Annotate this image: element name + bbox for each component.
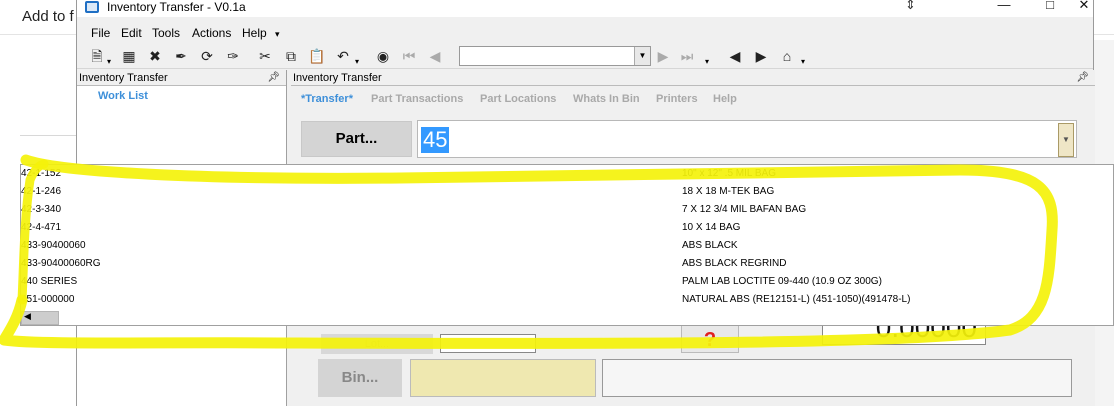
bin-input[interactable] xyxy=(410,359,596,397)
part-code: 433-90400060 xyxy=(21,240,86,251)
quantity-field[interactable]: 0.00000 xyxy=(822,325,986,345)
bin-button[interactable]: Bin... xyxy=(318,359,402,397)
list-item[interactable]: 433-90400060 ABS BLACK xyxy=(21,237,1113,255)
menu-overflow-icon[interactable]: ▾ xyxy=(275,29,280,40)
list-item[interactable]: 433-90400060RG ABS BLACK REGRIND xyxy=(21,255,1113,273)
screen: Add to f Inventory Transfer - V0.1a ⇕ — … xyxy=(0,0,1114,406)
delete-icon[interactable]: ✖ xyxy=(145,46,165,66)
part-description: NATURAL ABS (RE12151-L) (451-1050)(49147… xyxy=(682,294,911,305)
back-icon[interactable]: ◀︎ xyxy=(725,46,745,66)
left-pane-title: Inventory Transfer xyxy=(79,72,168,84)
part-input-value: 45 xyxy=(421,127,450,153)
part-description: 10" x 12" .5 MIL BAG xyxy=(682,168,776,179)
toolbar: 🗎 ▾ ▦ ✖ ✒ ⟳ ✑ ✂ ⧉ 📋 ↶ ▾ ◉ ⏮ ◀ ▼ ▶ ⏭ ▾ ◀︎… xyxy=(77,43,1093,69)
previous-record-icon[interactable]: ◀ xyxy=(425,46,445,66)
chevron-down-icon[interactable]: ▼ xyxy=(1058,123,1074,157)
lot-button[interactable]: Lot... xyxy=(321,334,433,354)
toolbar-overflow-icon[interactable]: ▾ xyxy=(705,57,709,66)
maximize-button[interactable]: □ xyxy=(1027,0,1073,17)
part-code: 451-000000 xyxy=(21,294,75,305)
part-dropdown-list: 42-1-152 10" x 12" .5 MIL BAG 42-1-246 1… xyxy=(20,164,1114,326)
part-combobox[interactable]: 45 ▼ xyxy=(417,120,1077,158)
chevron-down-icon[interactable]: ▼ xyxy=(634,47,650,65)
undo-icon[interactable]: ↶ xyxy=(333,46,353,66)
toolbar-overflow-icon[interactable]: ▾ xyxy=(801,57,805,66)
maximize-icon: □ xyxy=(1046,0,1054,12)
right-pane-header: Inventory Transfer 📌︎ xyxy=(291,70,1095,86)
part-description: 18 X 18 M-TEK BAG xyxy=(682,186,775,197)
part-code: 440 SERIES xyxy=(21,276,78,287)
app-icon xyxy=(85,1,99,13)
horizontal-scrollbar-thumb[interactable]: ◀ xyxy=(21,311,59,325)
left-pane-header: Inventory Transfer 📌︎ xyxy=(77,70,286,86)
resize-icon: ⇕ xyxy=(905,0,916,12)
part-button[interactable]: Part... xyxy=(301,121,412,157)
tab-part-transactions[interactable]: Part Transactions xyxy=(371,93,463,105)
list-item[interactable]: 42-4-471 10 X 14 BAG xyxy=(21,219,1113,237)
lot-warning-icon: ? xyxy=(681,325,739,353)
quantity-value: 0.00000 xyxy=(875,325,977,343)
close-button[interactable]: ✕ xyxy=(1073,0,1095,17)
background-divider xyxy=(20,135,80,136)
copy-icon[interactable]: ⧉ xyxy=(281,46,301,66)
clear-icon[interactable]: ✑ xyxy=(223,46,243,66)
right-pane-title: Inventory Transfer xyxy=(293,72,382,84)
new-icon[interactable]: 🗎 xyxy=(87,46,107,66)
attach-icon[interactable]: ✒ xyxy=(171,46,191,66)
list-item[interactable]: 42-3-340 7 X 12 3/4 MIL BAFAN BAG xyxy=(21,201,1113,219)
pin-icon[interactable]: 📌︎ xyxy=(267,70,280,86)
bin-description-field xyxy=(602,359,1072,397)
list-item[interactable]: 440 SERIES PALM LAB LOCTITE 09-440 (10.9… xyxy=(21,273,1113,291)
part-description: 7 X 12 3/4 MIL BAFAN BAG xyxy=(682,204,807,215)
tab-help[interactable]: Help xyxy=(713,93,737,105)
tab-printers[interactable]: Printers xyxy=(656,93,698,105)
part-description: 10 X 14 BAG xyxy=(682,222,741,233)
menu-actions[interactable]: Actions xyxy=(192,26,231,40)
pin-icon[interactable]: 📌︎ xyxy=(1076,70,1089,86)
part-description: ABS BLACK xyxy=(682,240,738,251)
part-description: PALM LAB LOCTITE 09-440 (10.9 OZ 300G) xyxy=(682,276,882,287)
tab-transfer[interactable]: *Transfer* xyxy=(301,93,353,105)
forward-icon[interactable]: ▶︎ xyxy=(751,46,771,66)
list-item[interactable]: 451-000000 NATURAL ABS (RE12151-L) (451-… xyxy=(21,291,1113,309)
title-bar[interactable]: Inventory Transfer - V0.1a ⇕ — □ ✕ xyxy=(77,0,1093,17)
toolbar-overflow-icon[interactable]: ▾ xyxy=(355,57,359,66)
list-item[interactable]: 42-1-246 18 X 18 M-TEK BAG xyxy=(21,183,1113,201)
list-item[interactable]: 42-1-152 10" x 12" .5 MIL BAG xyxy=(21,165,1113,183)
refresh-icon[interactable]: ⟳ xyxy=(197,46,217,66)
next-record-icon[interactable]: ▶ xyxy=(653,46,673,66)
part-code: 42-1-152 xyxy=(21,168,62,179)
close-icon: ✕ xyxy=(1078,0,1090,12)
menu-help[interactable]: Help xyxy=(242,26,267,40)
home-icon[interactable]: ⌂ xyxy=(777,46,797,66)
part-description: ABS BLACK REGRIND xyxy=(682,258,787,269)
window-title: Inventory Transfer - V0.1a xyxy=(107,0,246,14)
menu-edit[interactable]: Edit xyxy=(121,26,142,40)
find-icon[interactable]: ◉ xyxy=(373,46,393,66)
part-code: 42-4-471 xyxy=(21,222,62,233)
part-code: 42-1-246 xyxy=(21,186,62,197)
lot-input[interactable] xyxy=(440,334,536,353)
paste-icon[interactable]: 📋 xyxy=(307,46,327,66)
menu-bar: File Edit Tools Actions Help ▾ xyxy=(77,23,1093,43)
tab-whats-in-bin[interactable]: Whats In Bin xyxy=(573,93,640,105)
new-dropdown-icon[interactable]: ▾ xyxy=(107,57,111,66)
tab-strip: *Transfer* Part Transactions Part Locati… xyxy=(291,90,1095,112)
menu-file[interactable]: File xyxy=(91,26,110,40)
cut-icon[interactable]: ✂ xyxy=(255,46,275,66)
last-record-icon[interactable]: ⏭ xyxy=(677,46,697,66)
menu-tools[interactable]: Tools xyxy=(152,26,180,40)
background-app-text: Add to f xyxy=(22,8,74,25)
record-combo[interactable]: ▼ xyxy=(459,46,651,66)
first-record-icon[interactable]: ⏮ xyxy=(399,46,419,66)
part-code: 42-3-340 xyxy=(21,204,62,215)
part-code: 433-90400060RG xyxy=(21,258,101,269)
tab-part-locations[interactable]: Part Locations xyxy=(480,93,556,105)
minimize-icon: — xyxy=(997,0,1011,12)
work-list-link[interactable]: Work List xyxy=(98,90,148,102)
save-icon[interactable]: ▦ xyxy=(119,46,139,66)
scroll-left-icon[interactable]: ◀ xyxy=(24,311,31,322)
minimize-button[interactable]: — xyxy=(981,0,1027,17)
